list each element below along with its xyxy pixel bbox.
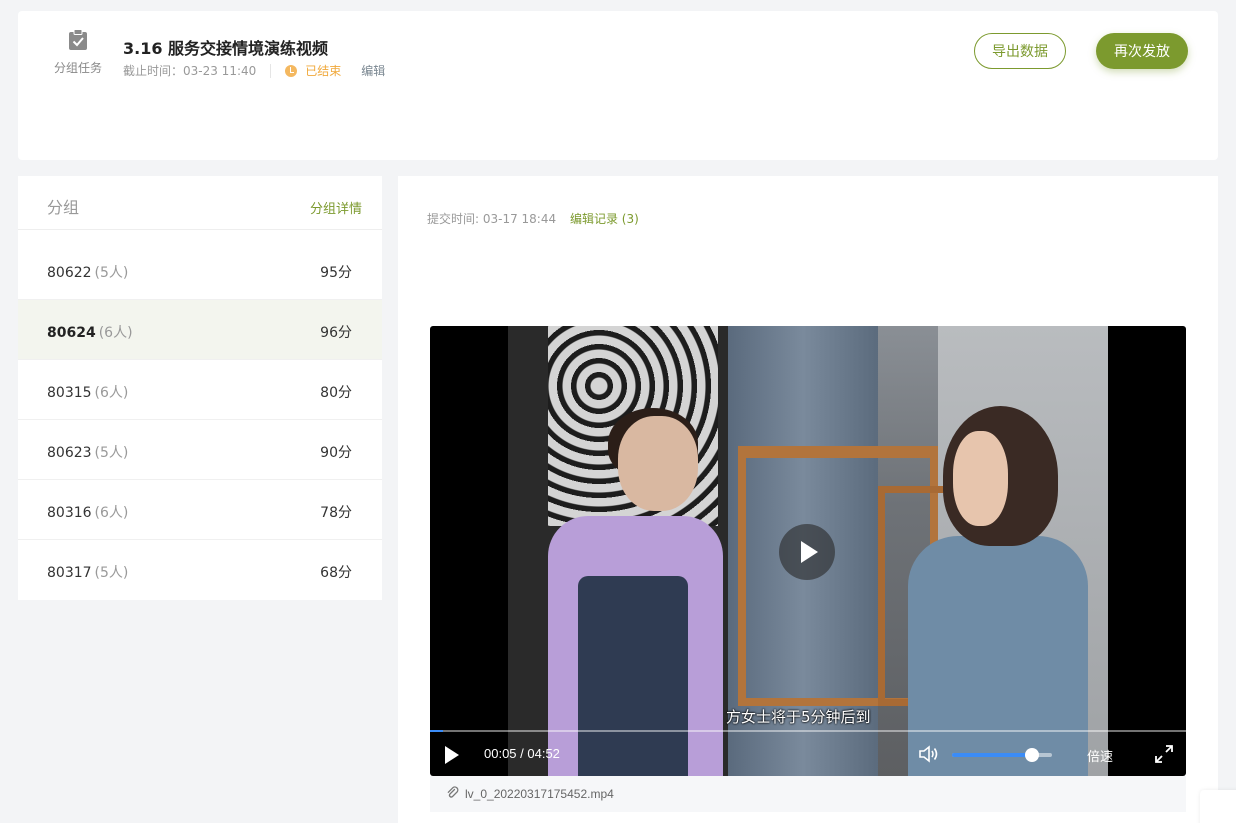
edit-records-link[interactable]: 编辑记录 (3) [570, 212, 639, 226]
group-row[interactable]: 80623 (5人) 90分 [18, 420, 382, 480]
edit-link[interactable]: 编辑 [361, 62, 385, 79]
group-member-count: (6人) [94, 505, 129, 521]
task-header-card: 分组任务 3.16 服务交接情境演练视频 截止时间：03-23 11:40 已结… [18, 11, 1218, 160]
group-panel: 分组 分组详情 80622 (5人) 95分 80624 (6人) 96分 8031… [18, 176, 382, 600]
submit-time: 提交时间: 03-17 18:44 [427, 212, 557, 226]
group-member-count: (6人) [98, 325, 133, 341]
divider [270, 63, 272, 78]
group-panel-header: 分组 分组详情 [18, 176, 382, 230]
redistribute-button[interactable]: 再次发放 [1096, 33, 1188, 69]
video-controls: 00:05 / 04:52 倍速 [430, 732, 1186, 776]
group-row-selected[interactable]: 80624 (6人) 96分 [18, 300, 382, 360]
group-name: 80315 [47, 385, 92, 401]
group-member-count: (5人) [94, 445, 129, 461]
deadline-text: 截止时间：03-23 11:40 [123, 64, 257, 78]
status-badge: 已结束 [285, 62, 341, 79]
group-name: 80624 [47, 325, 96, 341]
group-score: 68分 [320, 565, 352, 581]
video-subtitle: 方女士将于5分钟后到 [726, 708, 871, 726]
group-name: 80623 [47, 445, 92, 461]
group-detail-link[interactable]: 分组详情 [310, 198, 362, 217]
task-type: 分组任务 [50, 29, 106, 76]
group-score: 96分 [320, 325, 352, 341]
group-row[interactable]: 80317 (5人) 68分 [18, 540, 382, 600]
attachment-file-name: lv_0_20220317175452.mp4 [465, 787, 614, 801]
fullscreen-icon[interactable] [1155, 745, 1173, 763]
group-score: 80分 [320, 385, 352, 401]
group-row[interactable]: 80315 (6人) 80分 [18, 360, 382, 420]
paperclip-icon [446, 786, 460, 800]
group-name: 80317 [47, 565, 92, 581]
clock-icon [285, 64, 298, 77]
submission-meta: 提交时间: 03-17 18:44 编辑记录 (3) [427, 210, 639, 227]
group-member-count: (6人) [94, 385, 129, 401]
clipboard-check-icon [68, 29, 88, 51]
submission-panel: 提交时间: 03-17 18:44 编辑记录 (3) 方女士将于5分钟后到 00… [398, 176, 1218, 823]
volume-icon[interactable] [918, 745, 940, 763]
group-name: 80316 [47, 505, 92, 521]
group-list: 80622 (5人) 95分 80624 (6人) 96分 80315 (6人) 80… [18, 240, 382, 600]
video-player[interactable]: 方女士将于5分钟后到 00:05 / 04:52 倍速 [430, 326, 1186, 776]
group-member-count: (5人) [94, 265, 129, 281]
play-icon[interactable] [445, 746, 459, 764]
group-row[interactable]: 80622 (5人) 95分 [18, 240, 382, 300]
group-row[interactable]: 80316 (6人) 78分 [18, 480, 382, 540]
group-score: 78分 [320, 505, 352, 521]
group-score: 90分 [320, 445, 352, 461]
task-meta: 截止时间：03-23 11:40 已结束 编辑 [123, 62, 385, 79]
volume-slider-handle[interactable] [1025, 748, 1039, 762]
group-panel-title: 分组 [47, 198, 80, 217]
export-data-button[interactable]: 导出数据 [974, 33, 1066, 69]
attachment-bar[interactable]: lv_0_20220317175452.mp4 [430, 776, 1186, 812]
group-score: 95分 [320, 265, 352, 281]
status-text: 已结束 [305, 64, 342, 78]
volume-slider[interactable] [952, 748, 1052, 762]
group-name: 80622 [47, 265, 92, 281]
group-member-count: (5人) [94, 565, 129, 581]
page-title: 3.16 服务交接情境演练视频 [123, 39, 329, 58]
floating-corner-widget[interactable] [1200, 790, 1236, 823]
task-type-label: 分组任务 [53, 61, 102, 75]
time-display: 00:05 / 04:52 [484, 746, 560, 761]
speed-button[interactable]: 倍速 [1087, 746, 1113, 765]
play-overlay-icon[interactable] [779, 524, 835, 580]
